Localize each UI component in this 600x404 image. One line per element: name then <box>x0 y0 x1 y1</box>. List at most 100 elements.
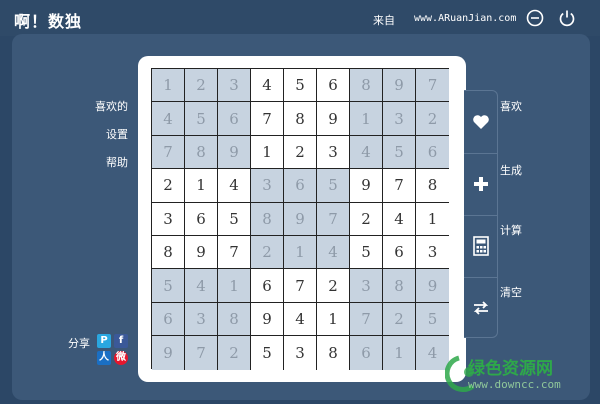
sudoku-cell[interactable]: 2 <box>350 202 383 236</box>
sudoku-cell[interactable]: 1 <box>185 169 218 203</box>
sudoku-cell[interactable]: 7 <box>317 202 350 236</box>
sudoku-cell[interactable]: 1 <box>152 69 185 103</box>
menu-settings[interactable]: 设置 <box>68 126 128 142</box>
sudoku-cell[interactable]: 5 <box>284 69 317 103</box>
sudoku-cell[interactable]: 9 <box>251 302 284 337</box>
sudoku-cell[interactable]: 9 <box>185 235 218 270</box>
sudoku-cell[interactable]: 4 <box>284 302 317 337</box>
sudoku-cell[interactable]: 4 <box>218 169 251 203</box>
sudoku-cell[interactable]: 6 <box>383 235 416 270</box>
sudoku-cell[interactable]: 4 <box>152 102 185 136</box>
sudoku-cell[interactable]: 1 <box>284 235 317 270</box>
sudoku-cell[interactable]: 3 <box>383 102 416 136</box>
sudoku-cell[interactable]: 6 <box>218 102 251 136</box>
sudoku-cell[interactable]: 1 <box>383 336 416 370</box>
sudoku-cell[interactable]: 4 <box>383 202 416 236</box>
sudoku-cell[interactable]: 3 <box>251 169 284 203</box>
favorite-label[interactable]: 喜欢 <box>500 98 522 114</box>
sudoku-cell[interactable]: 9 <box>152 336 185 370</box>
sudoku-cell[interactable]: 8 <box>152 235 185 270</box>
sudoku-cell[interactable]: 6 <box>416 135 449 170</box>
minimize-icon <box>526 9 544 27</box>
sudoku-cell[interactable]: 4 <box>251 69 284 103</box>
sudoku-cell[interactable]: 5 <box>152 269 185 303</box>
sudoku-cell[interactable]: 7 <box>350 302 383 337</box>
sudoku-cell[interactable]: 8 <box>218 302 251 337</box>
sudoku-cell[interactable]: 3 <box>152 202 185 236</box>
favorite-button[interactable] <box>464 91 497 153</box>
sudoku-cell[interactable]: 9 <box>416 269 449 303</box>
sudoku-cell[interactable]: 5 <box>185 102 218 136</box>
sudoku-cell[interactable]: 2 <box>416 102 449 136</box>
sudoku-cell[interactable]: 8 <box>383 269 416 303</box>
sudoku-cell[interactable]: 8 <box>185 135 218 170</box>
menu-help[interactable]: 帮助 <box>68 154 128 170</box>
calculate-label[interactable]: 计算 <box>500 222 522 238</box>
power-close-button[interactable] <box>558 9 576 27</box>
sudoku-cell[interactable]: 7 <box>416 69 449 103</box>
menu-favorites[interactable]: 喜欢的 <box>68 98 128 114</box>
sudoku-cell[interactable]: 2 <box>284 135 317 170</box>
sudoku-cell[interactable]: 7 <box>152 135 185 170</box>
sudoku-cell[interactable]: 8 <box>416 169 449 203</box>
generate-button[interactable] <box>464 153 497 215</box>
sudoku-cell[interactable]: 1 <box>218 269 251 303</box>
sudoku-cell[interactable]: 4 <box>317 235 350 270</box>
sudoku-cell[interactable]: 7 <box>383 169 416 203</box>
sudoku-cell[interactable]: 8 <box>251 202 284 236</box>
sudoku-cell[interactable]: 8 <box>350 69 383 103</box>
sudoku-cell[interactable]: 5 <box>317 169 350 203</box>
sudoku-cell[interactable]: 7 <box>251 102 284 136</box>
sudoku-cell[interactable]: 6 <box>284 169 317 203</box>
sudoku-cell[interactable]: 5 <box>251 336 284 370</box>
sudoku-cell[interactable]: 4 <box>350 135 383 170</box>
share-label: 分享 <box>68 337 90 350</box>
sudoku-cell[interactable]: 7 <box>185 336 218 370</box>
weibo-icon[interactable]: 微 <box>114 351 128 365</box>
sudoku-cell[interactable]: 7 <box>284 269 317 303</box>
sudoku-cell[interactable]: 2 <box>317 269 350 303</box>
generate-label[interactable]: 生成 <box>500 162 522 178</box>
sudoku-cell[interactable]: 5 <box>350 235 383 270</box>
sudoku-cell[interactable]: 9 <box>317 102 350 136</box>
sudoku-cell[interactable]: 8 <box>317 336 350 370</box>
sudoku-cell[interactable]: 2 <box>383 302 416 337</box>
sudoku-cell[interactable]: 9 <box>383 69 416 103</box>
sudoku-cell[interactable]: 9 <box>284 202 317 236</box>
sudoku-cell[interactable]: 5 <box>383 135 416 170</box>
calculate-button[interactable] <box>464 215 497 277</box>
sudoku-cell[interactable]: 1 <box>416 202 449 236</box>
sudoku-cell[interactable]: 3 <box>317 135 350 170</box>
sudoku-cell[interactable]: 1 <box>350 102 383 136</box>
minimize-button[interactable] <box>526 9 544 27</box>
sudoku-cell[interactable]: 6 <box>152 302 185 337</box>
plus-icon <box>473 177 488 191</box>
sudoku-cell[interactable]: 4 <box>185 269 218 303</box>
sudoku-cell[interactable]: 2 <box>251 235 284 270</box>
renren-icon[interactable]: 人 <box>97 351 111 365</box>
sudoku-cell[interactable]: 6 <box>350 336 383 370</box>
sudoku-cell[interactable]: 1 <box>317 302 350 337</box>
sudoku-cell[interactable]: 9 <box>350 169 383 203</box>
sudoku-cell[interactable]: 8 <box>284 102 317 136</box>
sudoku-cell[interactable]: 6 <box>317 69 350 103</box>
sudoku-cell[interactable]: 3 <box>284 336 317 370</box>
sudoku-cell[interactable]: 5 <box>218 202 251 236</box>
sudoku-cell[interactable]: 6 <box>185 202 218 236</box>
sudoku-cell[interactable]: 3 <box>185 302 218 337</box>
clear-label[interactable]: 清空 <box>500 284 522 300</box>
clear-button[interactable] <box>464 277 497 339</box>
sudoku-cell[interactable]: 6 <box>251 269 284 303</box>
sudoku-cell[interactable]: 9 <box>218 135 251 170</box>
sudoku-cell[interactable]: 2 <box>152 169 185 203</box>
sudoku-cell[interactable]: 7 <box>218 235 251 270</box>
sudoku-cell[interactable]: 2 <box>218 336 251 370</box>
sudoku-cell[interactable]: 2 <box>185 69 218 103</box>
sudoku-cell[interactable]: 1 <box>251 135 284 170</box>
sudoku-cell[interactable]: 3 <box>350 269 383 303</box>
sudoku-cell[interactable]: 3 <box>416 235 449 270</box>
pengyou-icon[interactable]: P <box>97 334 111 348</box>
facebook-icon[interactable]: f <box>114 334 128 348</box>
sudoku-cell[interactable]: 3 <box>218 69 251 103</box>
sudoku-cell[interactable]: 5 <box>416 302 449 337</box>
